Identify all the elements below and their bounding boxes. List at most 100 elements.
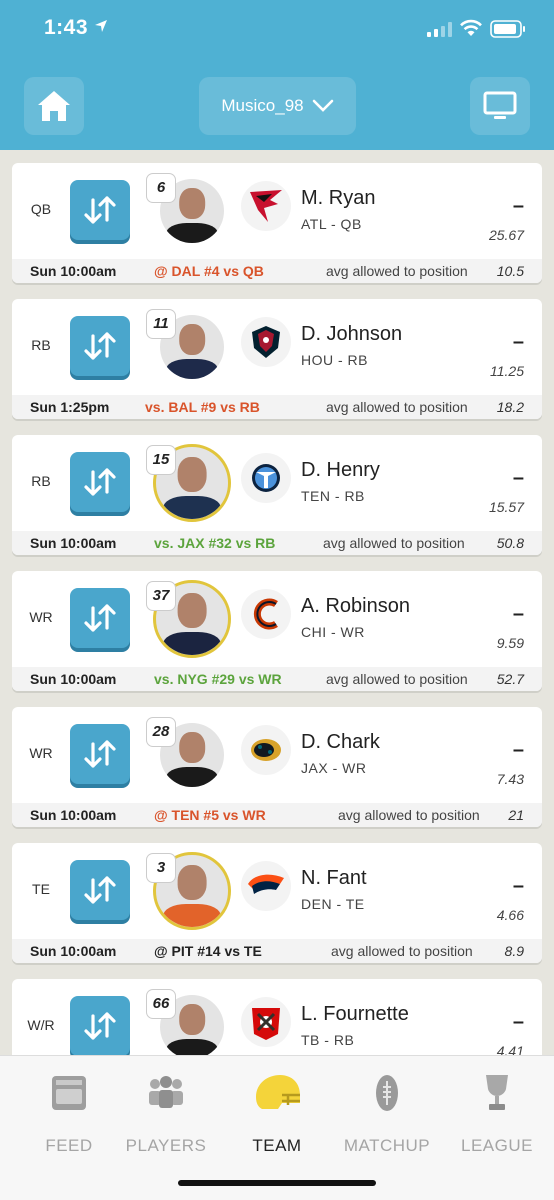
- game-time: Sun 10:00am: [30, 943, 117, 959]
- swap-player-button[interactable]: [70, 860, 130, 920]
- players-icon: [149, 1076, 183, 1108]
- texans-logo: [241, 317, 291, 367]
- swap-arrows-icon: [84, 196, 116, 224]
- opponent-rank: @ DAL #4 vs QB: [154, 263, 264, 279]
- roster-card[interactable]: WR 28 D. Chark JAX - WR – 7.43 Sun 10:00…: [12, 707, 542, 827]
- opponent-rank: @ PIT #14 vs TE: [154, 943, 262, 959]
- home-button[interactable]: [24, 77, 84, 135]
- player-jersey: [166, 222, 218, 243]
- jaguars-logo: [241, 725, 291, 775]
- opponent-rank: vs. JAX #32 vs RB: [154, 535, 276, 551]
- player-name[interactable]: M. Ryan: [301, 187, 375, 210]
- player-team-position: JAX - WR: [301, 760, 367, 776]
- lineup-slot: TE: [32, 881, 50, 897]
- swap-player-button[interactable]: [70, 724, 130, 784]
- roster-card[interactable]: W/R 66 L. Fournette TB - RB – 4.41: [12, 979, 542, 1055]
- avg-allowed-label: avg allowed to position: [326, 399, 468, 415]
- avg-allowed-label: avg allowed to position: [331, 943, 473, 959]
- buccaneers-logo: [241, 997, 291, 1047]
- projected-points: –: [512, 467, 524, 489]
- avg-allowed-value: 21: [508, 807, 524, 823]
- player-name[interactable]: L. Fournette: [301, 1003, 409, 1026]
- player-name[interactable]: D. Johnson: [301, 323, 402, 346]
- swap-arrows-icon: [84, 876, 116, 904]
- player-name[interactable]: D. Chark: [301, 731, 380, 754]
- lineup-slot: WR: [29, 609, 53, 625]
- player-face: [179, 187, 205, 219]
- season-points: 15.57: [488, 499, 524, 515]
- jersey-number-badge: 3: [146, 853, 176, 883]
- roster-card[interactable]: RB 11 D. Johnson HOU - RB – 11.25 Sun 1:…: [12, 299, 542, 419]
- swap-player-button[interactable]: [70, 996, 130, 1055]
- swap-player-button[interactable]: [70, 316, 130, 376]
- game-time: Sun 10:00am: [30, 807, 117, 823]
- season-points: 9.59: [496, 635, 524, 651]
- player-name[interactable]: N. Fant: [301, 867, 367, 890]
- falcons-logo: [241, 181, 291, 231]
- avg-allowed-value: 18.2: [496, 399, 524, 415]
- season-points: 11.25: [490, 363, 524, 379]
- player-face: [177, 457, 207, 492]
- matchup-footer: Sun 10:00am @ PIT #14 vs TE avg allowed …: [12, 939, 542, 963]
- swap-player-button[interactable]: [70, 180, 130, 240]
- matchup-footer: Sun 10:00am vs. JAX #32 vs RB avg allowe…: [12, 531, 542, 555]
- roster-card[interactable]: RB 15 D. Henry TEN - RB – 15.57 Sun 10:0…: [12, 435, 542, 555]
- tab-matchup[interactable]: MATCHUP: [337, 1068, 437, 1156]
- chevron-down-icon: [312, 99, 333, 112]
- avg-allowed-label: avg allowed to position: [323, 535, 465, 551]
- tab-matchup-label: MATCHUP: [343, 1136, 431, 1155]
- team-selector-dropdown[interactable]: Musico_98: [199, 77, 356, 135]
- tab-league[interactable]: LEAGUE: [447, 1068, 547, 1156]
- player-jersey: [163, 631, 221, 655]
- status-bar: 1:43: [0, 0, 554, 60]
- season-points: 7.43: [496, 771, 524, 787]
- player-team-position: ATL - QB: [301, 216, 362, 232]
- player-face: [179, 1003, 205, 1035]
- projected-points: –: [512, 1011, 524, 1033]
- tv-icon: [483, 91, 517, 119]
- roster-card[interactable]: QB 6 M. Ryan ATL - QB – 25.67 Sun 10:00a…: [12, 163, 542, 283]
- swap-arrows-icon: [84, 468, 116, 496]
- jersey-number-badge: 11: [146, 309, 176, 339]
- player-team-position: TB - RB: [301, 1032, 355, 1048]
- game-time: Sun 10:00am: [30, 535, 117, 551]
- helmet-icon: [256, 1075, 300, 1109]
- game-time: Sun 1:25pm: [30, 399, 110, 415]
- bears-logo: [241, 589, 291, 639]
- location-arrow-icon: [95, 20, 107, 32]
- tab-players-label: PLAYERS: [125, 1136, 207, 1155]
- opponent-rank: vs. NYG #29 vs WR: [154, 671, 282, 687]
- avg-allowed-value: 50.8: [496, 535, 524, 551]
- roster-list[interactable]: QB 6 M. Ryan ATL - QB – 25.67 Sun 10:00a…: [0, 150, 554, 1055]
- wifi-icon: [460, 19, 482, 36]
- lineup-slot: RB: [31, 337, 51, 353]
- avg-allowed-value: 52.7: [496, 671, 524, 687]
- lineup-slot: W/R: [27, 1017, 55, 1033]
- season-points: 25.67: [488, 227, 524, 243]
- player-face: [179, 323, 205, 355]
- tv-mode-button[interactable]: [470, 77, 530, 135]
- swap-player-button[interactable]: [70, 452, 130, 512]
- player-jersey: [163, 903, 221, 927]
- player-team-position: TEN - RB: [301, 488, 365, 504]
- avg-allowed-label: avg allowed to position: [326, 671, 468, 687]
- tab-feed[interactable]: FEED: [19, 1068, 119, 1156]
- swap-player-button[interactable]: [70, 588, 130, 648]
- opponent-rank: vs. BAL #9 vs RB: [145, 399, 260, 415]
- player-face: [177, 593, 207, 628]
- opponent-rank: @ TEN #5 vs WR: [154, 807, 266, 823]
- player-jersey: [163, 495, 221, 519]
- player-name[interactable]: D. Henry: [301, 459, 380, 482]
- avg-allowed-value: 8.9: [504, 943, 524, 959]
- season-points: 4.41: [496, 1043, 524, 1055]
- tab-players[interactable]: PLAYERS: [116, 1068, 216, 1156]
- roster-card[interactable]: TE 3 N. Fant DEN - TE – 4.66 Sun 10:00am…: [12, 843, 542, 963]
- projected-points: –: [512, 603, 524, 625]
- matchup-footer: Sun 1:25pm vs. BAL #9 vs RB avg allowed …: [12, 395, 542, 419]
- projected-points: –: [512, 195, 524, 217]
- roster-card[interactable]: WR 37 A. Robinson CHI - WR – 9.59 Sun 10…: [12, 571, 542, 691]
- tab-team[interactable]: TEAM: [227, 1068, 327, 1156]
- player-name[interactable]: A. Robinson: [301, 595, 410, 618]
- game-time: Sun 10:00am: [30, 263, 117, 279]
- lineup-slot: WR: [29, 745, 53, 761]
